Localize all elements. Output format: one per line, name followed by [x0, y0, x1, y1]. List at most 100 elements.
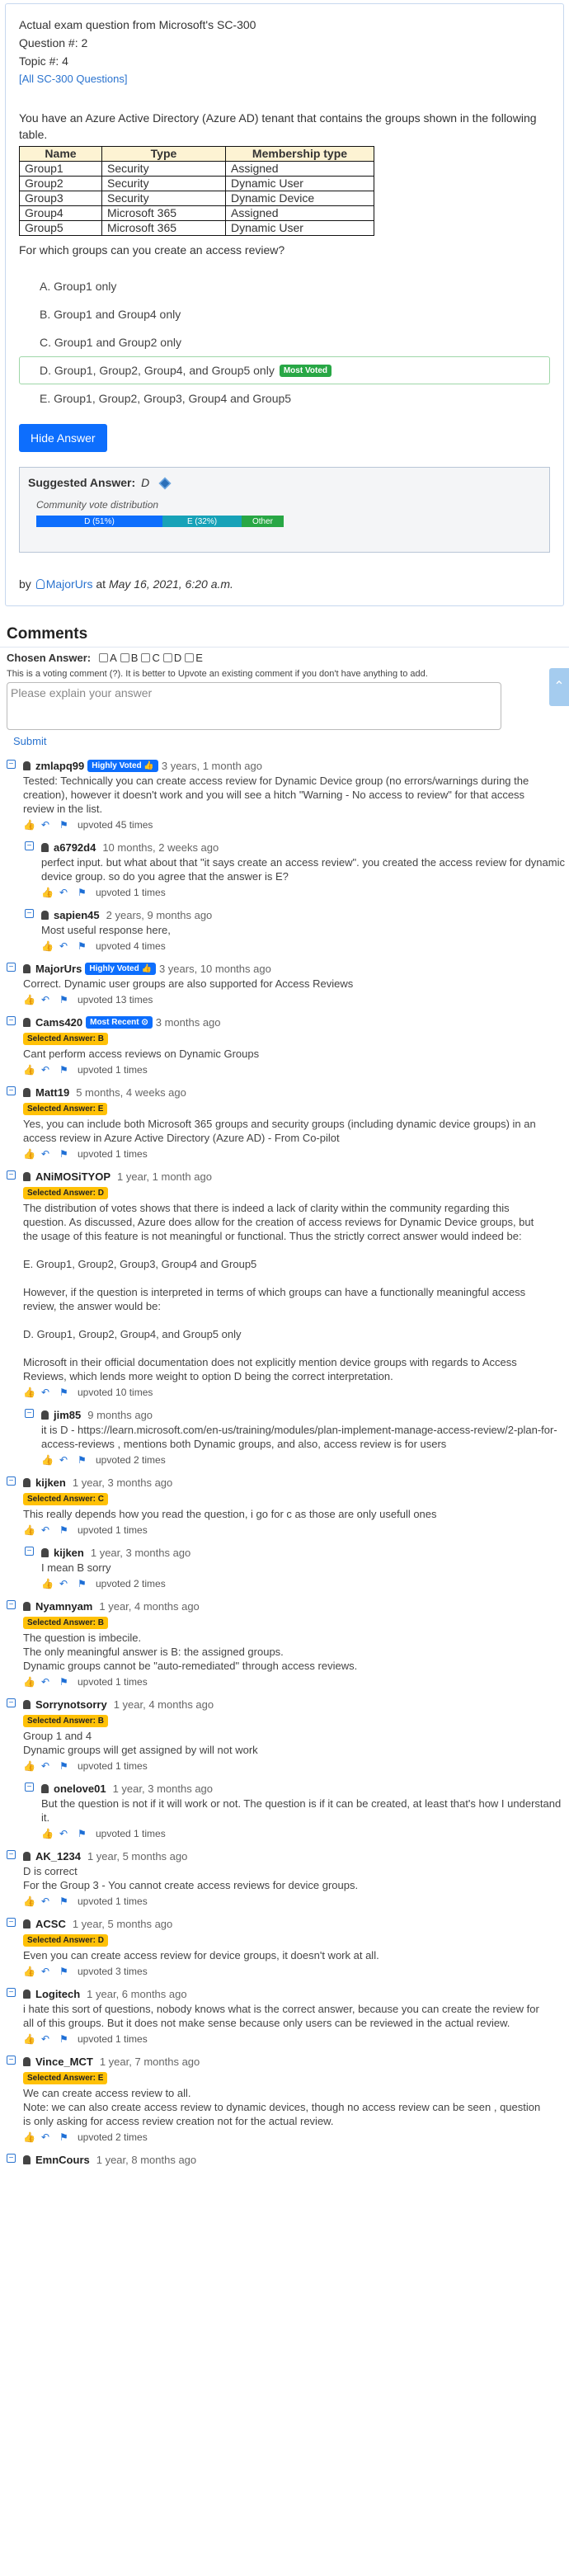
collapse-icon[interactable]: −: [7, 2056, 16, 2065]
scroll-top-button[interactable]: ⌃: [549, 668, 569, 706]
answer-option[interactable]: D. Group1, Group2, Group4, and Group5 on…: [19, 356, 550, 384]
reply-icon[interactable]: ↶: [41, 1525, 51, 1535]
upvote-icon[interactable]: 👍: [41, 888, 54, 897]
collapse-icon[interactable]: −: [7, 760, 16, 769]
upvote-icon[interactable]: 👍: [23, 1966, 35, 1976]
answer-option[interactable]: A. Group1 only: [19, 272, 550, 300]
flag-icon[interactable]: ⚑: [59, 1149, 69, 1159]
flag-icon[interactable]: ⚑: [59, 1966, 69, 1976]
submit-link[interactable]: Submit: [13, 735, 562, 747]
reply-icon[interactable]: ↶: [41, 1387, 51, 1397]
choice-checkbox[interactable]: [141, 652, 151, 662]
collapse-icon[interactable]: −: [7, 1476, 16, 1486]
collapse-icon[interactable]: −: [25, 1547, 34, 1556]
collapse-icon[interactable]: −: [25, 909, 34, 918]
collapse-icon[interactable]: −: [7, 1918, 16, 1927]
upvote-icon[interactable]: 👍: [23, 1761, 35, 1771]
reply-icon[interactable]: ↶: [59, 1455, 69, 1465]
reply-icon[interactable]: ↶: [41, 1065, 51, 1075]
reply-icon[interactable]: ↶: [41, 1966, 51, 1976]
collapse-icon[interactable]: −: [7, 1698, 16, 1707]
collapse-icon[interactable]: −: [25, 841, 34, 850]
flag-icon[interactable]: ⚑: [78, 888, 87, 897]
flag-icon[interactable]: ⚑: [59, 1677, 69, 1687]
collapse-icon[interactable]: −: [7, 2154, 16, 2163]
upvote-icon[interactable]: 👍: [23, 995, 35, 1005]
collapse-icon[interactable]: −: [25, 1409, 34, 1418]
collapse-icon[interactable]: −: [7, 1016, 16, 1025]
collapse-icon[interactable]: −: [7, 963, 16, 972]
reply-icon[interactable]: ↶: [41, 995, 51, 1005]
upvote-icon[interactable]: 👍: [23, 1896, 35, 1906]
upvote-icon[interactable]: 👍: [23, 1387, 35, 1397]
flag-icon[interactable]: ⚑: [59, 820, 69, 830]
flag-icon[interactable]: ⚑: [78, 1579, 87, 1589]
reply-icon[interactable]: ↶: [41, 1149, 51, 1159]
answer-option[interactable]: E. Group1, Group2, Group3, Group4 and Gr…: [19, 384, 550, 412]
upvote-icon[interactable]: 👍: [23, 1677, 35, 1687]
comment-username[interactable]: Vince_MCT: [35, 2056, 93, 2068]
upvote-icon[interactable]: 👍: [23, 1065, 35, 1075]
flag-icon[interactable]: ⚑: [59, 1525, 69, 1535]
choice-checkbox[interactable]: [185, 652, 195, 662]
flag-icon[interactable]: ⚑: [59, 2132, 69, 2142]
collapse-icon[interactable]: −: [7, 1850, 16, 1859]
comment-username[interactable]: EmnCours: [35, 2154, 90, 2166]
hide-answer-button[interactable]: Hide Answer: [19, 424, 107, 452]
comment-username[interactable]: kijken: [35, 1476, 66, 1489]
reply-icon[interactable]: ↶: [59, 1579, 69, 1589]
choice-checkbox[interactable]: [99, 652, 109, 662]
author-link[interactable]: MajorUrs: [46, 577, 93, 591]
flag-icon[interactable]: ⚑: [78, 941, 87, 951]
comment-username[interactable]: jim85: [54, 1409, 81, 1421]
all-questions-link[interactable]: [All SC-300 Questions]: [19, 73, 128, 85]
comment-textarea[interactable]: Please explain your answer: [7, 682, 501, 730]
comment-username[interactable]: AK_1234: [35, 1850, 81, 1863]
collapse-icon[interactable]: −: [7, 1600, 16, 1609]
upvote-icon[interactable]: 👍: [23, 1149, 35, 1159]
upvote-icon[interactable]: 👍: [23, 2034, 35, 2044]
comment-username[interactable]: onelove01: [54, 1782, 106, 1795]
comment-username[interactable]: a6792d4: [54, 841, 96, 854]
upvote-icon[interactable]: 👍: [41, 1455, 54, 1465]
flag-icon[interactable]: ⚑: [59, 1387, 69, 1397]
comment-username[interactable]: Nyamnyam: [35, 1600, 92, 1613]
upvote-icon[interactable]: 👍: [23, 2132, 35, 2142]
comment-username[interactable]: kijken: [54, 1547, 84, 1559]
collapse-icon[interactable]: −: [7, 1086, 16, 1095]
flag-icon[interactable]: ⚑: [59, 1761, 69, 1771]
answer-option[interactable]: B. Group1 and Group4 only: [19, 300, 550, 328]
flag-icon[interactable]: ⚑: [59, 2034, 69, 2044]
flag-icon[interactable]: ⚑: [59, 1065, 69, 1075]
upvote-icon[interactable]: 👍: [41, 1829, 54, 1839]
reply-icon[interactable]: ↶: [59, 1829, 69, 1839]
answer-option[interactable]: C. Group1 and Group2 only: [19, 328, 550, 356]
flag-icon[interactable]: ⚑: [59, 995, 69, 1005]
reply-icon[interactable]: ↶: [41, 1896, 51, 1906]
reply-icon[interactable]: ↶: [59, 941, 69, 951]
collapse-icon[interactable]: −: [7, 1170, 16, 1180]
flag-icon[interactable]: ⚑: [78, 1829, 87, 1839]
choice-checkbox[interactable]: [120, 652, 129, 662]
comment-username[interactable]: Logitech: [35, 1988, 80, 2000]
comment-username[interactable]: MajorUrs: [35, 963, 82, 975]
comment-username[interactable]: zmlapq99: [35, 760, 84, 772]
reply-icon[interactable]: ↶: [41, 1677, 51, 1687]
upvote-icon[interactable]: 👍: [41, 941, 54, 951]
upvote-icon[interactable]: 👍: [23, 1525, 35, 1535]
upvote-icon[interactable]: 👍: [23, 820, 35, 830]
comment-username[interactable]: ANiMOSiTYOP: [35, 1170, 111, 1183]
flag-icon[interactable]: ⚑: [78, 1455, 87, 1465]
comment-username[interactable]: Matt19: [35, 1086, 69, 1099]
reply-icon[interactable]: ↶: [41, 820, 51, 830]
upvote-icon[interactable]: 👍: [41, 1579, 54, 1589]
comment-username[interactable]: Cams420: [35, 1016, 82, 1029]
choice-checkbox[interactable]: [162, 652, 172, 662]
reply-icon[interactable]: ↶: [41, 2132, 51, 2142]
reply-icon[interactable]: ↶: [41, 1761, 51, 1771]
flag-icon[interactable]: ⚑: [59, 1896, 69, 1906]
collapse-icon[interactable]: −: [7, 1988, 16, 1997]
comment-username[interactable]: sapien45: [54, 909, 100, 921]
comment-username[interactable]: ACSC: [35, 1918, 66, 1930]
reply-icon[interactable]: ↶: [59, 888, 69, 897]
